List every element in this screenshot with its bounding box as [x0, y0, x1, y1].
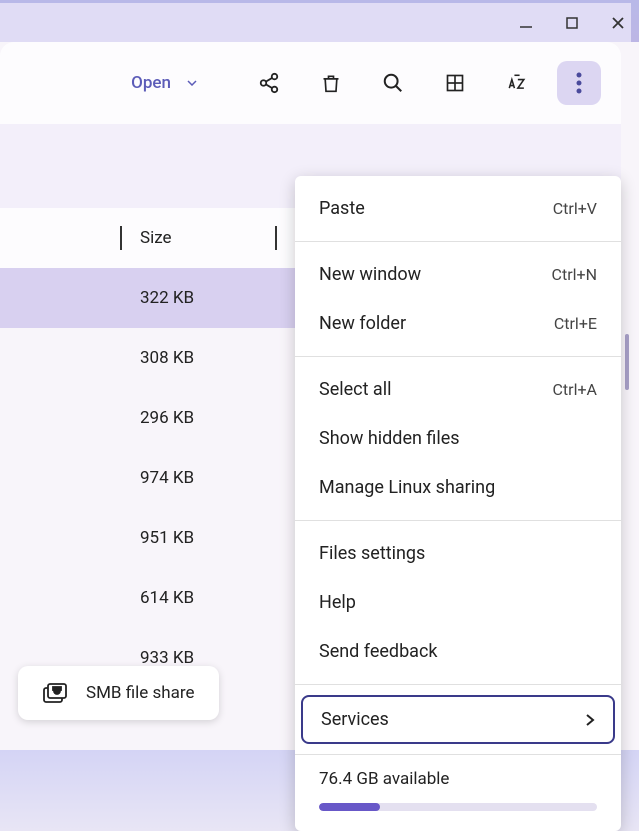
toolbar: Open — [0, 42, 621, 124]
scrollbar[interactable] — [625, 334, 629, 390]
size-column-label: Size — [140, 228, 172, 248]
search-icon[interactable] — [371, 61, 415, 105]
titlebar — [0, 0, 639, 42]
file-size-cell: 933 KB — [140, 648, 194, 668]
smb-toast[interactable]: SMB file share — [18, 666, 219, 720]
menu-shortcut: Ctrl+A — [553, 380, 597, 399]
menu-shortcut: Ctrl+V — [553, 199, 597, 218]
menu-label: Files settings — [319, 543, 425, 564]
file-size-cell: 296 KB — [140, 408, 194, 428]
menu-item-services[interactable]: Services — [301, 695, 615, 744]
menu-label: Services — [321, 709, 389, 730]
grid-view-icon[interactable] — [433, 61, 477, 105]
sort-az-icon[interactable] — [495, 61, 539, 105]
menu-label: Send feedback — [319, 641, 438, 662]
column-divider — [275, 226, 277, 250]
file-size-cell: 308 KB — [140, 348, 194, 368]
menu-item-select-all[interactable]: Select all Ctrl+A — [295, 365, 621, 414]
menu-item-show-hidden[interactable]: Show hidden files — [295, 414, 621, 463]
menu-item-help[interactable]: Help — [295, 578, 621, 627]
share-icon[interactable] — [247, 61, 291, 105]
maximize-button[interactable] — [557, 8, 587, 38]
storage-available-label: 76.4 GB available — [319, 769, 597, 789]
toast-label: SMB file share — [86, 683, 195, 703]
open-button[interactable]: Open — [117, 65, 211, 101]
menu-item-files-settings[interactable]: Files settings — [295, 529, 621, 578]
chevron-right-icon — [585, 713, 595, 727]
menu-item-linux-sharing[interactable]: Manage Linux sharing — [295, 463, 621, 512]
more-menu-icon[interactable] — [557, 61, 601, 105]
delete-icon[interactable] — [309, 61, 353, 105]
minimize-button[interactable] — [511, 8, 541, 38]
file-size-cell: 974 KB — [140, 468, 194, 488]
open-label: Open — [131, 73, 171, 93]
menu-item-paste[interactable]: Paste Ctrl+V — [295, 184, 621, 233]
menu-label: New folder — [319, 313, 406, 334]
menu-label: Select all — [319, 379, 391, 400]
menu-label: Show hidden files — [319, 428, 460, 449]
context-menu: Paste Ctrl+V New window Ctrl+N New folde… — [295, 176, 621, 831]
storage-section: 76.4 GB available — [295, 755, 621, 831]
menu-item-new-folder[interactable]: New folder Ctrl+E — [295, 299, 621, 348]
menu-label: New window — [319, 264, 421, 285]
storage-fill — [319, 803, 380, 811]
menu-shortcut: Ctrl+N — [552, 265, 597, 284]
menu-label: Paste — [319, 198, 365, 219]
menu-label: Help — [319, 592, 356, 613]
smb-share-icon — [42, 682, 68, 704]
menu-item-new-window[interactable]: New window Ctrl+N — [295, 250, 621, 299]
file-size-cell: 951 KB — [140, 528, 194, 548]
file-size-cell: 322 KB — [140, 288, 194, 308]
content-area: Open Size 322 KB 308 KB 296 KB — [0, 42, 639, 750]
menu-shortcut: Ctrl+E — [554, 314, 597, 333]
storage-bar — [319, 803, 597, 811]
column-divider — [120, 226, 122, 250]
dropdown-icon — [187, 80, 197, 86]
file-size-cell: 614 KB — [140, 588, 194, 608]
menu-label: Manage Linux sharing — [319, 477, 495, 498]
menu-item-send-feedback[interactable]: Send feedback — [295, 627, 621, 676]
close-button[interactable] — [603, 8, 633, 38]
